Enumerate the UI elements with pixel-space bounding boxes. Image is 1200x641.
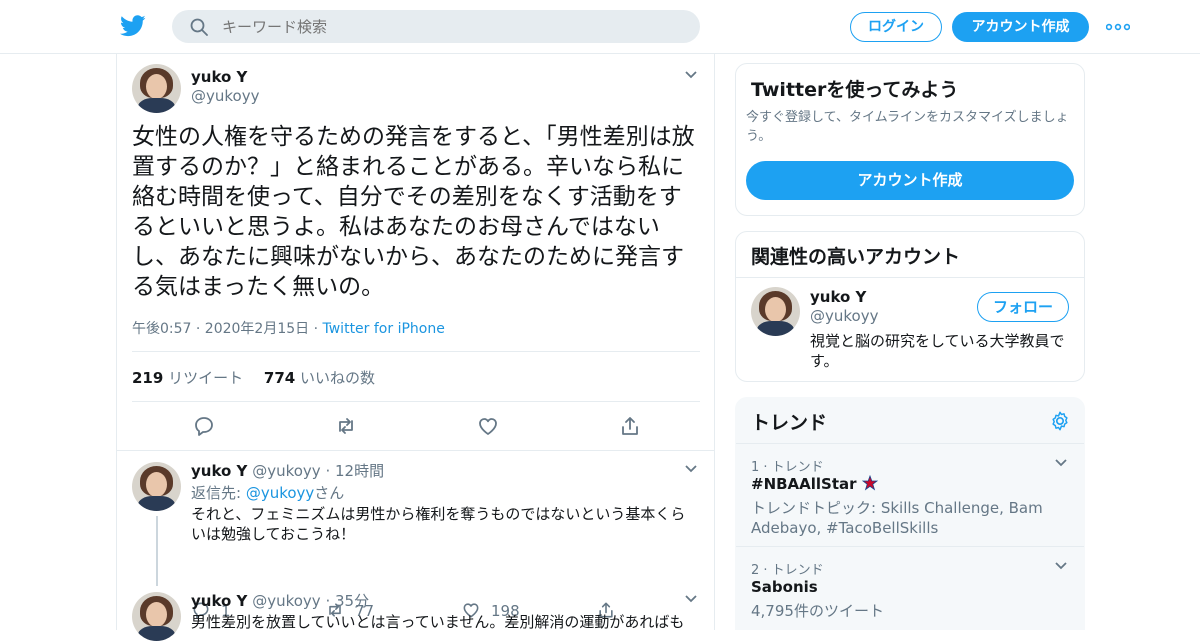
tweet-source-link[interactable]: Twitter for iPhone xyxy=(323,321,445,337)
tweet-text: それと、フェミニズムは男性から権利を奪うものではないという基本くらいは勉強してお… xyxy=(191,505,686,543)
retweet-icon[interactable] xyxy=(334,414,358,438)
related-accounts-card: 関連性の高いアカウント yuko Y @yukoyy フォロー 視覚と脳の研究を… xyxy=(735,231,1085,382)
gear-icon[interactable] xyxy=(1049,410,1071,432)
more-icon[interactable] xyxy=(1106,23,1130,31)
divider xyxy=(132,351,700,352)
search-input[interactable] xyxy=(222,16,682,38)
related-title: 関連性の高いアカウント xyxy=(751,246,961,268)
author-handle[interactable]: @yukoyy xyxy=(252,592,320,610)
share-icon[interactable] xyxy=(618,414,642,438)
author-name[interactable]: yuko Y xyxy=(191,68,247,86)
reply-header: yuko Y @yukoyy · 35分 xyxy=(191,590,369,611)
trend-title: Sabonis xyxy=(751,578,818,596)
signup-button[interactable]: アカウント作成 xyxy=(952,12,1089,42)
avatar[interactable] xyxy=(751,287,800,336)
tweet-text: 男性差別を放置していいとは言っていません。差別解消の運動があればも xyxy=(191,613,685,631)
thread-line xyxy=(156,516,158,586)
twitter-logo-icon[interactable] xyxy=(120,14,146,38)
author-name[interactable]: yuko Y xyxy=(191,592,247,610)
author-handle[interactable]: @yukoyy xyxy=(191,87,259,105)
like-label: いいねの数 xyxy=(299,369,375,387)
trend-title-text: #NBAAllStar xyxy=(751,475,857,493)
reply-icon[interactable] xyxy=(192,414,216,438)
related-account-name[interactable]: yuko Y xyxy=(810,288,866,306)
avatar[interactable] xyxy=(132,462,181,511)
signup-card-description: 今すぐ登録して、タイムラインをカスタマイズしましょう。 xyxy=(746,110,1069,144)
chevron-down-icon[interactable] xyxy=(684,70,698,80)
trend-title: #NBAAllStar xyxy=(751,474,878,493)
retweet-count: 219 xyxy=(132,369,164,387)
tweet-text: 女性の人権を守るための発言をすると、「男性差別は放置するのか？」と絡まれることが… xyxy=(132,124,695,300)
retweet-label: リツイート xyxy=(168,369,244,387)
related-account-handle[interactable]: @yukoyy xyxy=(810,307,878,325)
trends-card: トレンド 1 · トレンド #NBAAllStar トレンドトピック: Skil… xyxy=(735,397,1085,630)
tweet-stats: 219 リツイート 774 いいねの数 xyxy=(132,367,375,388)
avatar[interactable] xyxy=(132,64,181,113)
like-icon[interactable] xyxy=(476,414,500,438)
trend-rank: 2 · トレンド xyxy=(751,563,824,578)
reply-tweet[interactable]: yuko Y @yukoyy · 12時間 返信先: @yukoyyさん それと… xyxy=(117,460,714,590)
reply-header: yuko Y @yukoyy · 12時間 xyxy=(191,460,384,481)
trends-title: トレンド xyxy=(751,412,828,434)
retweet-stat[interactable]: 219 リツイート xyxy=(132,369,243,387)
tweet-column: yuko Y @yukoyy 女性の人権を守るための発言をすると、「男性差別は放… xyxy=(116,54,715,641)
like-stat[interactable]: 774 いいねの数 xyxy=(264,369,375,387)
reply-to: 返信先: @yukoyyさん xyxy=(191,482,344,503)
top-bar: ログイン アカウント作成 xyxy=(0,0,1200,54)
tweet-time[interactable]: · 35分 xyxy=(325,592,369,610)
tweet-time[interactable]: 午後0:57 · 2020年2月15日 · xyxy=(132,321,323,337)
trend-item[interactable]: 2 · トレンド Sabonis 4,795件のツイート xyxy=(736,546,1084,629)
like-count: 774 xyxy=(263,369,296,387)
trend-subtitle: 4,795件のツイート xyxy=(751,602,884,620)
avatar[interactable] xyxy=(132,592,181,641)
divider xyxy=(736,277,1084,278)
star-icon xyxy=(861,474,878,491)
tweet-time[interactable]: · 12時間 xyxy=(325,462,384,480)
signup-card-title: Twitterを使ってみよう xyxy=(751,79,959,101)
signup-card: Twitterを使ってみよう 今すぐ登録して、タイムラインをカスタマイズしましょ… xyxy=(735,63,1085,216)
author-handle[interactable]: @yukoyy xyxy=(252,462,320,480)
chevron-down-icon[interactable] xyxy=(1054,561,1068,571)
trend-item[interactable]: 1 · トレンド #NBAAllStar トレンドトピック: Skills Ch… xyxy=(736,443,1084,546)
divider xyxy=(132,401,700,402)
author-name[interactable]: yuko Y xyxy=(191,462,247,480)
chevron-down-icon[interactable] xyxy=(684,464,698,474)
trend-subtitle: トレンドトピック: Skills Challenge, Bam Adebayo,… xyxy=(751,499,1043,537)
follow-button[interactable]: フォロー xyxy=(977,292,1069,322)
reply-to-prefix: 返信先: xyxy=(191,484,246,502)
search-icon xyxy=(190,18,208,36)
divider xyxy=(117,450,714,451)
chevron-down-icon[interactable] xyxy=(1054,458,1068,468)
reply-to-suffix: さん xyxy=(314,484,345,502)
signup-card-button[interactable]: アカウント作成 xyxy=(746,161,1074,200)
tweet-actions xyxy=(132,414,700,438)
tweet-meta: 午後0:57 · 2020年2月15日 · Twitter for iPhone xyxy=(132,318,445,338)
related-account-bio: 視覚と脳の研究をしている大学教員です。 xyxy=(810,332,1065,370)
search-box[interactable] xyxy=(172,10,700,43)
reply-tweet[interactable]: yuko Y @yukoyy · 35分 男性差別を放置していいとは言っていませ… xyxy=(117,590,714,641)
chevron-down-icon[interactable] xyxy=(684,594,698,604)
trend-rank: 1 · トレンド xyxy=(751,460,824,475)
reply-to-handle[interactable]: @yukoyy xyxy=(246,484,314,502)
login-button[interactable]: ログイン xyxy=(850,12,942,42)
